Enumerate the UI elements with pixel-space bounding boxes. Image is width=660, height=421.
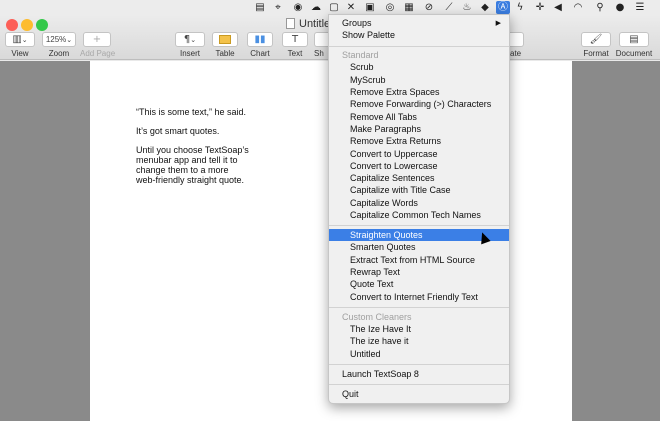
plus-icon: + bbox=[92, 34, 102, 45]
move-icon[interactable]: ✛ bbox=[534, 1, 546, 14]
search-icon[interactable]: ⚲ bbox=[594, 1, 606, 14]
menu-item-rewrap-text[interactable]: Rewrap Text bbox=[329, 266, 509, 278]
submenu-arrow-icon: ▶ bbox=[495, 19, 501, 27]
menu-header-custom-cleaners: Custom Cleaners bbox=[342, 312, 412, 322]
menu-item-extract-html[interactable]: Extract Text from HTML Source bbox=[329, 254, 509, 266]
menu-bar: ▤ ⌖ ◉ ☁ ▢ ✕ ▣ ◎ ▦ ⊘ ⟋ ♨ ◆ Ⓐ ϟ ✛ ◀ ◠ ⚲ ● … bbox=[0, 0, 660, 15]
menu-separator bbox=[329, 364, 509, 365]
window-icon[interactable]: ▣ bbox=[364, 1, 376, 14]
wifi-icon[interactable]: ◠ bbox=[572, 1, 584, 14]
document-icon bbox=[286, 18, 295, 29]
menu-item-quit[interactable]: Quit bbox=[329, 388, 509, 400]
textsoap-menu: Groups ▶ Show Palette Standard Scrub MySc… bbox=[328, 14, 510, 404]
minimize-button[interactable] bbox=[21, 19, 33, 31]
x-box-icon[interactable]: ✕ bbox=[345, 1, 357, 14]
add-page-tool[interactable]: + Add Page bbox=[80, 32, 115, 59]
menu-item-scrub[interactable]: Scrub bbox=[329, 61, 509, 73]
table-icon bbox=[219, 35, 231, 44]
menu-separator bbox=[329, 225, 509, 226]
menu-item-remove-extra-spaces[interactable]: Remove Extra Spaces bbox=[329, 86, 509, 98]
chevron-down-icon: ⌄ bbox=[21, 35, 28, 44]
collaborate-tool[interactable]: ate bbox=[510, 32, 524, 59]
menu-item-capitalize-title-case[interactable]: Capitalize with Title Case bbox=[329, 184, 509, 196]
zoom-tool[interactable]: 125% ⌄ Zoom bbox=[42, 32, 76, 59]
view-button[interactable]: ▥ ⌄ bbox=[5, 32, 35, 47]
flame-icon[interactable]: ♨ bbox=[461, 1, 473, 14]
text-tool[interactable]: T Text bbox=[282, 32, 308, 59]
tag-icon[interactable]: ◆ bbox=[479, 1, 491, 14]
format-tool[interactable]: 🖌 Format bbox=[580, 32, 612, 59]
menu-item-capitalize-words[interactable]: Capitalize Words bbox=[329, 197, 509, 209]
feather-icon[interactable]: ⟋ bbox=[443, 1, 455, 14]
doc-text-line[interactable]: menubar app and tell it to bbox=[136, 155, 238, 165]
menu-header-standard: Standard bbox=[342, 50, 379, 60]
chevron-down-icon: ⌄ bbox=[66, 35, 73, 44]
doc-text-line[interactable]: “This is some text,” he said. bbox=[136, 107, 246, 117]
menu-item-remove-extra-returns[interactable]: Remove Extra Returns bbox=[329, 135, 509, 147]
menu-item-show-palette[interactable]: Show Palette bbox=[329, 29, 509, 41]
menu-item-ize-have-it[interactable]: The Ize Have It bbox=[329, 323, 509, 335]
menu-item-remove-forwarding[interactable]: Remove Forwarding (>) Characters bbox=[329, 98, 509, 110]
chevron-down-icon: ⌄ bbox=[190, 35, 197, 44]
zoom-window-button[interactable] bbox=[36, 19, 48, 31]
menu-item-groups[interactable]: Groups ▶ bbox=[329, 17, 509, 29]
table-tool[interactable]: Table bbox=[212, 32, 238, 59]
document-tool[interactable]: ▤ Document bbox=[614, 32, 654, 59]
document-icon: ▤ bbox=[629, 34, 639, 45]
insert-button[interactable]: ¶ ⌄ bbox=[175, 32, 205, 47]
menu-item-quote-text[interactable]: Quote Text bbox=[329, 278, 509, 290]
menu-item-ize-have-it-lower[interactable]: The ize have it bbox=[329, 335, 509, 347]
document-button[interactable]: ▤ bbox=[619, 32, 649, 47]
notification-center-icon[interactable]: ☰ bbox=[634, 1, 646, 14]
menu-item-launch-textsoap[interactable]: Launch TextSoap 8 bbox=[329, 368, 509, 380]
circle-o-icon[interactable]: ◎ bbox=[384, 1, 396, 14]
compass-icon[interactable]: ⊘ bbox=[423, 1, 435, 14]
paintbrush-icon: 🖌 bbox=[589, 34, 603, 45]
menu-item-remove-all-tabs[interactable]: Remove All Tabs bbox=[329, 111, 509, 123]
table-button[interactable] bbox=[212, 32, 238, 47]
menu-separator bbox=[329, 307, 509, 308]
add-page-button[interactable]: + bbox=[83, 32, 111, 47]
siri-icon[interactable]: ● bbox=[614, 1, 626, 14]
textsoap-icon[interactable]: Ⓐ bbox=[496, 1, 510, 14]
chart-button[interactable]: ▮▮ bbox=[247, 32, 273, 47]
clipboard-icon[interactable]: ▢ bbox=[328, 1, 340, 14]
calendar-icon[interactable]: ▦ bbox=[403, 1, 415, 14]
menu-item-convert-lowercase[interactable]: Convert to Lowercase bbox=[329, 160, 509, 172]
sidebar-icon: ▥ bbox=[12, 34, 22, 45]
close-button[interactable] bbox=[6, 19, 18, 31]
menu-item-convert-uppercase[interactable]: Convert to Uppercase bbox=[329, 148, 509, 160]
shape-tool[interactable]: Sh bbox=[314, 32, 328, 59]
menu-item-myscrub[interactable]: MyScrub bbox=[329, 74, 509, 86]
menu-separator bbox=[329, 384, 509, 385]
shape-button[interactable] bbox=[314, 32, 328, 47]
collaborate-button[interactable] bbox=[510, 32, 524, 47]
insert-tool[interactable]: ¶ ⌄ Insert bbox=[175, 32, 205, 59]
doc-text-line[interactable]: web-friendly straight quote. bbox=[136, 175, 244, 185]
bar-chart-icon: ▮▮ bbox=[254, 34, 266, 45]
menu-item-internet-friendly[interactable]: Convert to Internet Friendly Text bbox=[329, 291, 509, 303]
chart-tool[interactable]: ▮▮ Chart bbox=[246, 32, 274, 59]
menu-item-make-paragraphs[interactable]: Make Paragraphs bbox=[329, 123, 509, 135]
text-t-icon: T bbox=[291, 34, 299, 45]
contact-card-icon[interactable]: ▤ bbox=[254, 1, 266, 14]
doc-text-line[interactable]: It’s got smart quotes. bbox=[136, 126, 219, 136]
menu-item-capitalize-sentences[interactable]: Capitalize Sentences bbox=[329, 172, 509, 184]
format-button[interactable]: 🖌 bbox=[581, 32, 611, 47]
menu-separator bbox=[329, 46, 509, 47]
bolt-icon[interactable]: ϟ bbox=[514, 1, 526, 14]
broadcast-icon[interactable]: ◉ bbox=[292, 1, 304, 14]
doc-text-line[interactable]: Until you choose TextSoap’s bbox=[136, 145, 249, 155]
view-tool[interactable]: ▥ ⌄ View bbox=[5, 32, 35, 59]
menu-item-untitled-cleaner[interactable]: Untitled bbox=[329, 348, 509, 360]
location-pin-icon[interactable]: ⌖ bbox=[272, 1, 284, 14]
doc-text-line[interactable]: change them to a more bbox=[136, 165, 229, 175]
cloud-icon[interactable]: ☁ bbox=[310, 1, 322, 14]
menu-item-capitalize-tech-names[interactable]: Capitalize Common Tech Names bbox=[329, 209, 509, 221]
volume-icon[interactable]: ◀ bbox=[552, 1, 564, 14]
zoom-select[interactable]: 125% ⌄ bbox=[42, 32, 76, 47]
text-button[interactable]: T bbox=[282, 32, 308, 47]
